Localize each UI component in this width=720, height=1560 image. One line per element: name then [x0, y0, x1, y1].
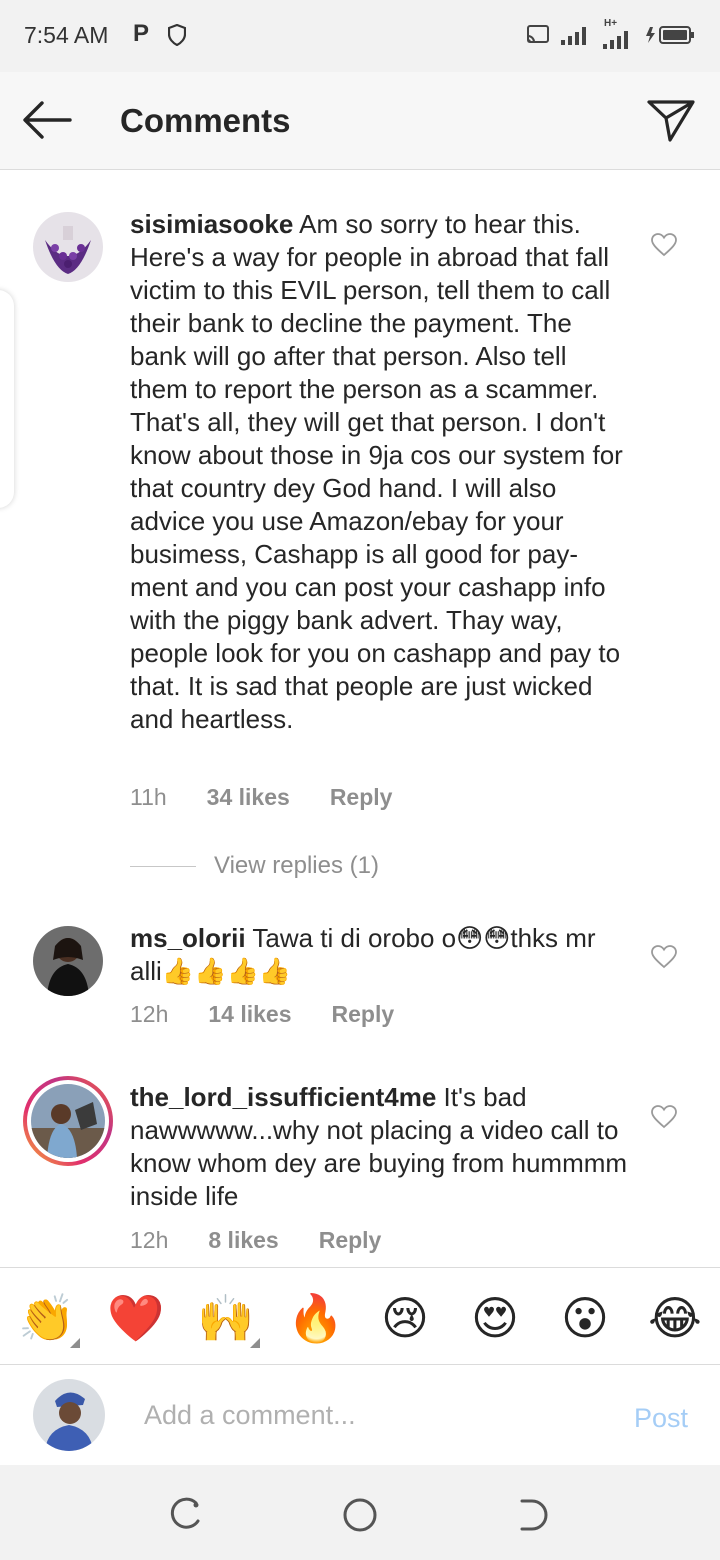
home-icon[interactable] — [340, 1495, 380, 1535]
comment-text: sisimiasooke Am so sorry to hear this. H… — [130, 208, 630, 736]
signal-h-icon: H+ — [602, 18, 634, 49]
signal-icon — [561, 27, 586, 45]
header: Comments — [0, 72, 720, 170]
edge-panel-handle[interactable] — [0, 290, 14, 508]
comment-username[interactable]: the_lord_issufficient4me — [130, 1082, 436, 1112]
system-nav-bar — [0, 1465, 720, 1560]
back-icon[interactable] — [514, 1495, 554, 1535]
heart-icon[interactable] — [651, 945, 677, 969]
recent-apps-icon[interactable] — [166, 1495, 206, 1535]
comment-likes[interactable]: 8 likes — [208, 1227, 278, 1254]
status-icons: H+ — [526, 18, 696, 50]
comment-likes[interactable]: 14 likes — [208, 1001, 291, 1028]
view-replies-label: View replies (1) — [214, 852, 379, 879]
comment-time: 12h — [130, 1227, 169, 1253]
comment-text: ms_olorii Tawa ti di orobo o😳😳thks mr al… — [130, 922, 630, 988]
shield-icon — [168, 24, 186, 46]
red-heart-emoji[interactable]: ❤️ — [107, 1290, 164, 1346]
comment-text: the_lord_issufficient4me It's bad nawwww… — [130, 1081, 630, 1213]
fire-emoji[interactable]: 🔥 — [287, 1290, 344, 1346]
clapping-hands-emoji[interactable]: 👏 — [18, 1290, 75, 1346]
view-replies-button[interactable]: View replies (1) — [130, 852, 379, 880]
comment-meta: 11h 34 likes Reply — [130, 784, 392, 811]
comment-meta: 12h 8 likes Reply — [130, 1227, 381, 1254]
comment-composer: Post — [0, 1365, 720, 1465]
heart-icon[interactable] — [651, 1105, 677, 1129]
comment-username[interactable]: ms_olorii — [130, 923, 246, 953]
reply-button[interactable]: Reply — [319, 1227, 382, 1254]
comment-time: 12h — [130, 1001, 169, 1027]
arrow-left-icon[interactable] — [20, 98, 74, 142]
comment-username[interactable]: sisimiasooke — [130, 209, 293, 239]
tears-of-joy-emoji[interactable]: 😂 — [647, 1290, 703, 1346]
heart-eyes-emoji[interactable]: 😍 — [467, 1290, 523, 1346]
comment-likes[interactable]: 34 likes — [207, 784, 290, 811]
avatar[interactable] — [33, 212, 103, 282]
parking-icon: P — [133, 20, 150, 47]
heart-icon[interactable] — [651, 233, 677, 257]
crying-face-emoji[interactable]: 😢 — [377, 1290, 433, 1346]
avatar[interactable] — [33, 926, 103, 996]
raising-hands-emoji[interactable]: 🙌 — [197, 1290, 254, 1346]
status-bar: 7:54 AM P H+ — [0, 0, 720, 72]
reply-button[interactable]: Reply — [330, 784, 393, 811]
status-time: 7:54 AM — [24, 22, 109, 48]
comment-content: Am so sorry to hear this. Here's a way f… — [130, 209, 623, 734]
surprised-face-emoji[interactable]: 😮 — [557, 1290, 613, 1346]
comment-input[interactable] — [130, 1393, 600, 1437]
page-title: Comments — [120, 102, 291, 139]
battery-icon — [646, 26, 694, 44]
paper-plane-icon[interactable] — [646, 96, 696, 144]
divider — [130, 865, 196, 867]
reply-button[interactable]: Reply — [332, 1001, 395, 1028]
cast-icon — [527, 25, 549, 43]
skin-tone-indicator — [250, 1338, 260, 1348]
comment-time: 11h — [130, 784, 167, 810]
skin-tone-indicator — [70, 1338, 80, 1348]
emoji-quick-bar: 👏 ❤️ 🙌 🔥 😢 😍 😮 😂 — [0, 1267, 720, 1365]
story-ring-avatar[interactable] — [23, 1076, 113, 1166]
comment-meta: 12h 14 likes Reply — [130, 1001, 394, 1028]
avatar — [33, 1379, 105, 1451]
post-button[interactable]: Post — [634, 1403, 688, 1434]
